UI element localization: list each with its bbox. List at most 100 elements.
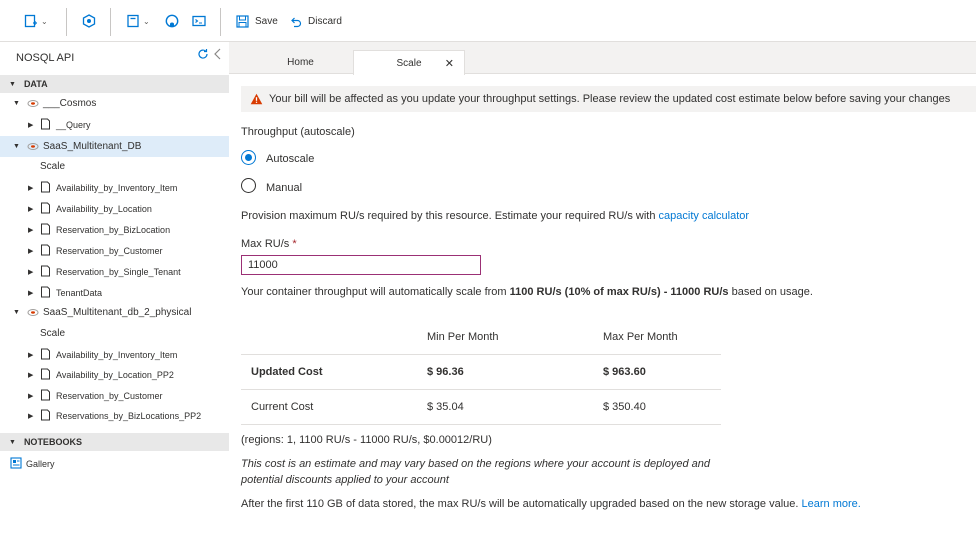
radio-selected[interactable] (241, 150, 256, 165)
toolbar-divider (220, 8, 221, 36)
provision-text: Provision maximum RU/s required by this … (241, 210, 656, 222)
min-cost: $ 96.36 (427, 366, 464, 378)
tree-node-label: SaaS_Multitenant_DB (43, 141, 142, 152)
row-label: Current Cost (251, 401, 314, 413)
tree-node-gallery[interactable]: Gallery (0, 454, 229, 473)
tree-node-label: ___Cosmos (43, 98, 97, 109)
radio-unselected[interactable] (241, 178, 256, 193)
tab-label: Scale (396, 57, 422, 69)
notebook-icon (127, 14, 139, 28)
tree-node-container[interactable]: ▶ __Query (0, 115, 229, 134)
save-button[interactable]: Save (236, 10, 278, 32)
open-terminal-button[interactable] (192, 10, 206, 32)
tree-node-container[interactable]: ▶ Reservation_by_Single_Tenant (0, 262, 229, 281)
tree-node-label: Reservation_by_Customer (56, 390, 163, 401)
tree-node-scale[interactable]: Scale (0, 324, 229, 343)
section-header-data[interactable]: ▼ DATA (0, 75, 229, 93)
tree-node-container[interactable]: ▶ Reservation_by_BizLocation (0, 220, 229, 239)
new-container-button[interactable]: ⌄ (24, 10, 48, 32)
max-ru-input[interactable] (241, 255, 481, 275)
close-icon[interactable]: ✕ (445, 57, 454, 70)
database-icon (27, 143, 39, 150)
caret-down-icon: ▼ (13, 143, 20, 150)
refresh-icon[interactable] (197, 48, 209, 60)
tree-node-label: Reservations_by_BizLocations_PP2 (56, 410, 202, 421)
discard-button[interactable]: Discard (289, 10, 342, 32)
command-bar: ⌄ ⌄ Save Discard (0, 0, 976, 42)
provision-description: Provision maximum RU/s required by this … (241, 210, 749, 222)
tab-home[interactable]: Home (243, 50, 358, 75)
throughput-heading: Throughput (autoscale) (241, 126, 355, 138)
scale-suffix: based on usage. (731, 286, 813, 298)
caret-right-icon: ▶ (28, 371, 34, 379)
tree-node-container[interactable]: ▶ Availability_by_Inventory_Item (0, 345, 229, 364)
document-icon (41, 409, 50, 421)
collapse-panel-icon[interactable] (213, 48, 223, 60)
max-ru-label: Max RU/s * (241, 238, 297, 250)
section-header-notebooks[interactable]: ▼ NOTEBOOKS (0, 433, 229, 451)
tree-node-container[interactable]: ▶ Availability_by_Location (0, 199, 229, 218)
document-icon (41, 244, 50, 256)
tab-strip: Home Scale ✕ (229, 42, 976, 75)
tree-node-container[interactable]: ▶ TenantData (0, 283, 229, 302)
tree-node-label: __Query (56, 119, 91, 130)
tree-node-container[interactable]: ▶ Reservations_by_BizLocations_PP2 (0, 406, 229, 425)
github-button[interactable] (165, 10, 179, 32)
cost-table-header: Min Per Month Max Per Month (241, 320, 721, 355)
toolbar-divider (66, 8, 67, 36)
max-ru-label-text: Max RU/s (241, 238, 290, 250)
tree-node-container[interactable]: ▶ Availability_by_Inventory_Item (0, 178, 229, 197)
document-icon (41, 286, 50, 298)
tree-node-container[interactable]: ▶ Reservation_by_Customer (0, 386, 229, 405)
tree-node-database[interactable]: ▼ ___Cosmos (0, 94, 229, 113)
tree-node-database-selected[interactable]: ▼ SaaS_Multitenant_DB (0, 136, 229, 157)
cosmos-icon (82, 14, 96, 28)
document-icon (41, 265, 50, 277)
caret-right-icon: ▶ (28, 412, 34, 420)
scale-prefix: Your container throughput will automatic… (241, 286, 507, 298)
tab-scale[interactable]: Scale ✕ (353, 50, 465, 75)
max-cost: $ 350.40 (603, 401, 646, 413)
column-header: Min Per Month (427, 331, 499, 343)
tree-node-label: Availability_by_Inventory_Item (56, 349, 178, 360)
tree-node-label: TenantData (56, 287, 103, 298)
document-icon (41, 223, 50, 235)
warning-icon (250, 93, 263, 105)
warning-banner: Your bill will be affected as you update… (241, 86, 976, 112)
panel-title: NOSQL API (16, 52, 75, 64)
section-label: DATA (23, 79, 48, 89)
tree-node-label: Gallery (26, 458, 55, 469)
table-row: Updated Cost $ 96.36 $ 963.60 (241, 355, 721, 390)
row-label: Updated Cost (251, 366, 323, 378)
max-cost: $ 963.60 (603, 366, 646, 378)
caret-down-icon: ▼ (13, 309, 20, 316)
capacity-calculator-link[interactable]: capacity calculator (659, 210, 750, 222)
document-icon (41, 202, 50, 214)
tree-node-database[interactable]: ▼ SaaS_Multitenant_db_2_physical (0, 303, 229, 322)
gallery-icon (10, 457, 22, 469)
save-icon (236, 14, 249, 28)
tree-node-label: Reservation_by_BizLocation (56, 224, 171, 235)
storage-note-text: After the first 110 GB of data stored, t… (241, 498, 799, 510)
learn-more-link[interactable]: Learn more. (802, 498, 861, 510)
panel-controls (197, 48, 223, 60)
caret-right-icon: ▶ (28, 289, 34, 297)
cosmos-shell-button[interactable] (82, 10, 96, 32)
tree-node-scale[interactable]: Scale (0, 157, 229, 176)
regions-note: (regions: 1, 1100 RU/s - 11000 RU/s, $0.… (241, 434, 492, 446)
discard-label: Discard (308, 15, 342, 27)
required-marker: * (292, 238, 297, 250)
document-icon (41, 348, 50, 360)
new-notebook-button[interactable]: ⌄ (126, 10, 150, 32)
caret-down-icon: ▼ (9, 80, 16, 88)
caret-right-icon: ▶ (28, 184, 34, 192)
tree-node-container[interactable]: ▶ Reservation_by_Customer (0, 241, 229, 260)
caret-right-icon: ▶ (28, 351, 34, 359)
document-icon (41, 389, 50, 401)
undo-icon (291, 17, 302, 27)
database-icon (27, 309, 39, 316)
tree-node-label: Availability_by_Inventory_Item (56, 182, 178, 193)
manual-label: Manual (266, 182, 303, 194)
tree-node-container[interactable]: ▶ Availability_by_Location_PP2 (0, 365, 229, 384)
caret-right-icon: ▶ (28, 121, 34, 129)
